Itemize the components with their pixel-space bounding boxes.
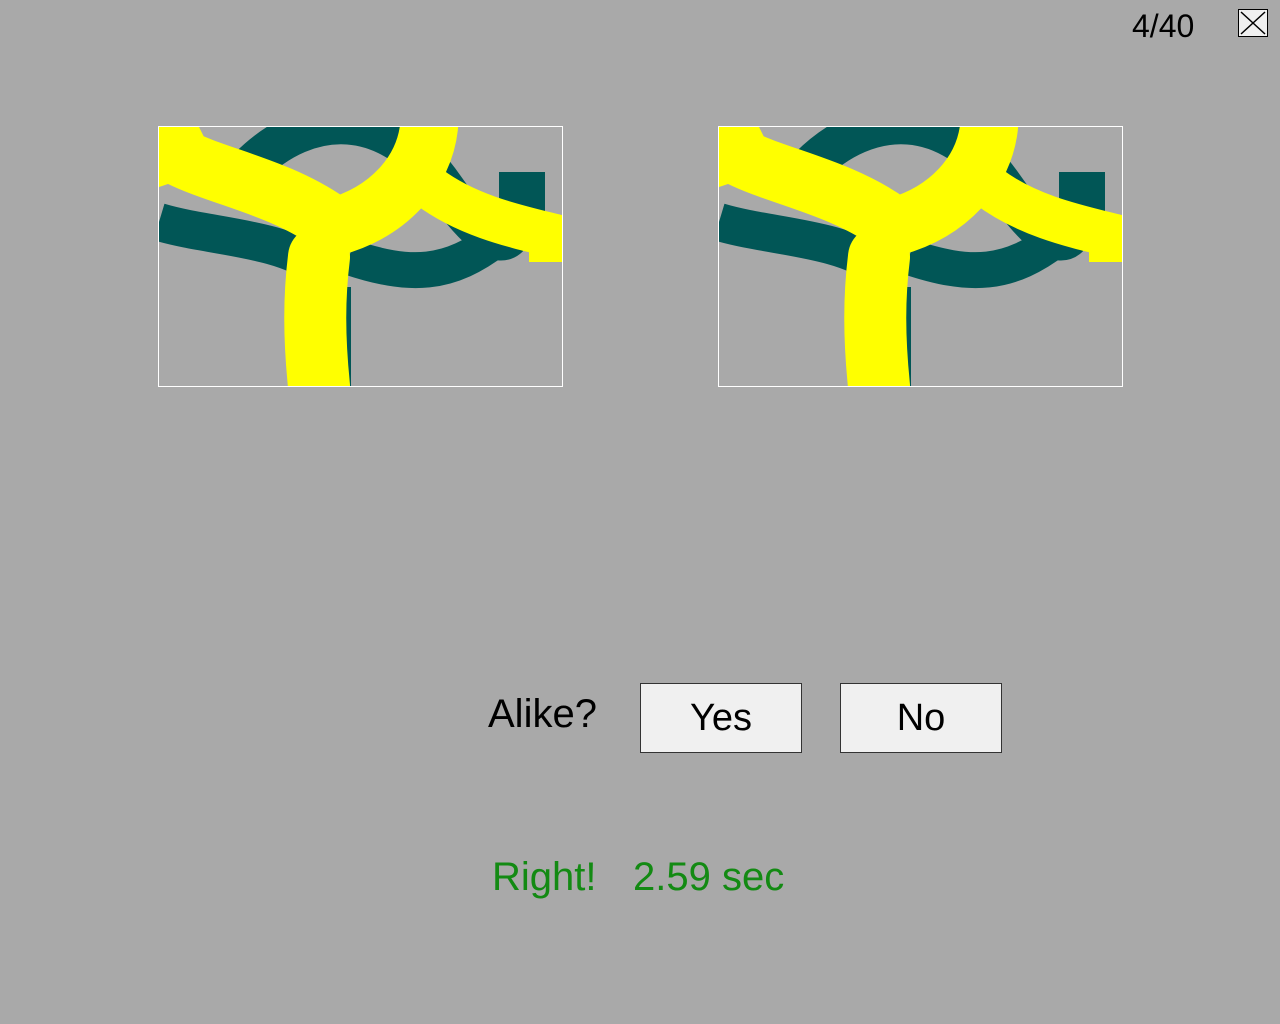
abstract-shape-image-left	[159, 127, 562, 386]
stimulus-left	[158, 126, 563, 387]
feedback-result: Right!	[492, 855, 597, 899]
trial-counter: 4/40	[1132, 8, 1195, 44]
no-button[interactable]: No	[840, 683, 1002, 753]
close-button[interactable]	[1238, 9, 1268, 37]
abstract-shape-image-right	[719, 127, 1122, 386]
stimulus-right	[718, 126, 1123, 387]
task-screen: 4/40 Alike? Yes No Right! 2.59 sec	[0, 0, 1280, 1024]
feedback-time: 2.59 sec	[633, 855, 785, 899]
yes-button[interactable]: Yes	[640, 683, 802, 753]
alike-question: Alike?	[488, 692, 597, 736]
close-x-icon	[1240, 11, 1266, 35]
